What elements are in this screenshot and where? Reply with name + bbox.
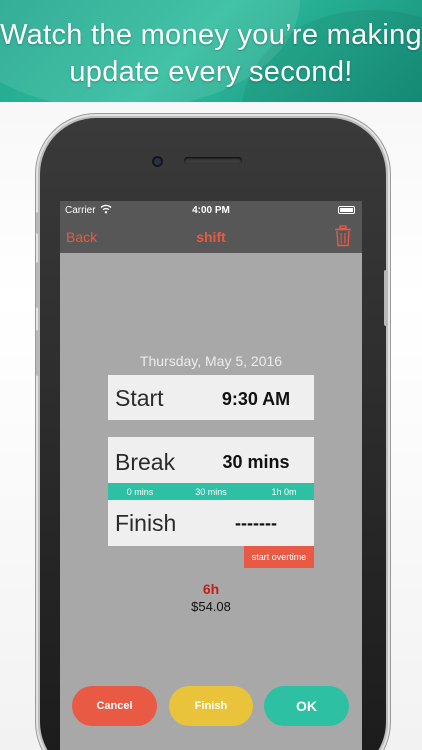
- promo-banner: Watch the money you’re making update eve…: [0, 0, 422, 102]
- start-label: Start: [115, 385, 164, 411]
- break-duration-value[interactable]: 30 mins: [198, 452, 314, 473]
- finish-label: Finish: [115, 510, 177, 536]
- volume-down-button: [36, 330, 40, 376]
- front-camera: [152, 156, 163, 167]
- power-button: [384, 270, 388, 326]
- slider-tick-max: 1h 0m: [271, 487, 297, 497]
- battery-icon: [338, 206, 355, 214]
- slider-tick-mid: 30 mins: [195, 487, 227, 497]
- banner-headline-line-1: Watch the money you’re making: [0, 19, 422, 51]
- break-label: Break: [115, 449, 176, 475]
- trash-icon[interactable]: [334, 225, 352, 247]
- back-button[interactable]: Back: [66, 229, 97, 245]
- hours-worked: 6h: [202, 581, 220, 597]
- mute-switch: [36, 212, 40, 234]
- status-time: 4:00 PM: [192, 205, 230, 216]
- nav-bar: Back shift: [60, 219, 362, 253]
- finish-button[interactable]: Finish: [169, 686, 253, 726]
- start-overtime-button[interactable]: start overtime: [244, 546, 314, 568]
- earnings-amount: $54.08: [191, 599, 231, 614]
- app-screen: Carrier 4:00 PM Back shift Thursday, May…: [60, 201, 362, 750]
- cancel-button[interactable]: Cancel: [72, 686, 157, 726]
- volume-up-button: [36, 262, 40, 308]
- status-bar: Carrier 4:00 PM: [60, 201, 362, 219]
- ok-button[interactable]: OK: [264, 686, 349, 726]
- break-finish-card: Break 30 mins 0 mins 30 mins 1h 0m Finis…: [108, 437, 314, 546]
- start-time-value[interactable]: 9:30 AM: [198, 389, 314, 410]
- banner-headline-line-2: update every second!: [69, 56, 353, 88]
- shift-date: Thursday, May 5, 2016: [139, 353, 283, 369]
- finish-time-value[interactable]: -------: [198, 513, 314, 534]
- nav-title: shift: [196, 229, 226, 245]
- start-time-row[interactable]: Start 9:30 AM: [108, 375, 314, 420]
- slider-tick-min: 0 mins: [126, 487, 154, 497]
- earpiece-speaker: [184, 157, 242, 164]
- break-duration-slider[interactable]: 0 mins 30 mins 1h 0m: [108, 483, 314, 500]
